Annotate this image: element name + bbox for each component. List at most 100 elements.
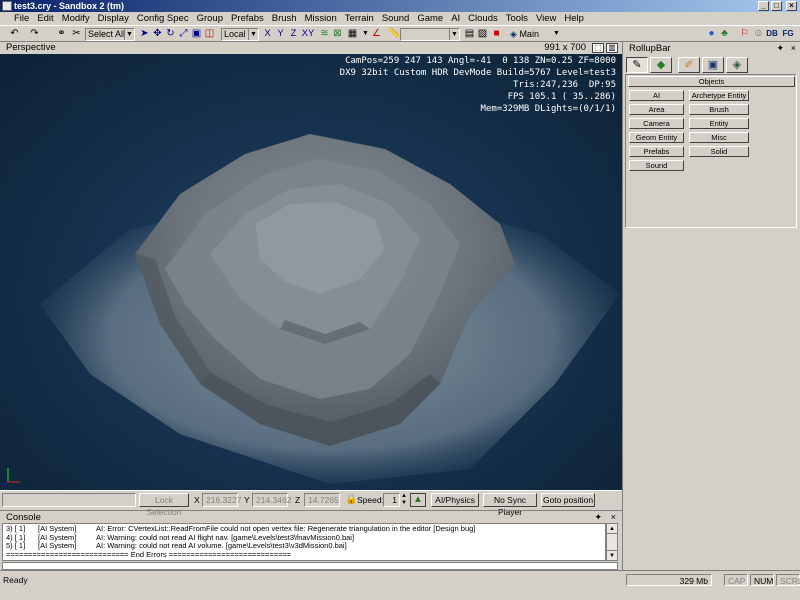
globe-icon[interactable]: ● <box>705 28 718 40</box>
menu-edit[interactable]: Edit <box>33 13 57 24</box>
maximize-viewport-icon[interactable]: ⬚ <box>592 43 604 53</box>
speed-input[interactable]: 1 <box>383 493 400 507</box>
scale-icon[interactable]: ⤢ <box>177 28 190 40</box>
layer-settings-icon[interactable]: ▤ <box>463 28 476 40</box>
select-area-icon[interactable]: ▣ <box>190 28 203 40</box>
select-icon[interactable]: ➤ <box>138 28 151 40</box>
y-coordinate-field[interactable]: 214.3462 <box>252 493 291 507</box>
menu-clouds[interactable]: Clouds <box>464 13 502 24</box>
grid-icon[interactable]: ▦ <box>346 28 359 40</box>
area-button[interactable]: Area <box>629 104 684 115</box>
redo-icon[interactable]: ↷ <box>28 28 41 40</box>
console-title: Console <box>6 512 41 523</box>
marker-icon[interactable]: ⚐ <box>738 28 751 40</box>
menu-brush[interactable]: Brush <box>268 13 301 24</box>
selection-filter-dropdown[interactable]: Select All ▼ <box>85 28 135 41</box>
menu-sound[interactable]: Sound <box>378 13 413 24</box>
perspective-viewport[interactable]: CamPos=259 247 143 Angl=-41 0 138 ZN=0.2… <box>0 54 622 490</box>
console-input[interactable] <box>2 562 618 570</box>
layer-lock-icon[interactable]: ■ <box>490 28 503 40</box>
maximize-button[interactable]: □ <box>771 1 782 11</box>
viewport-header: Perspective 991 x 700 ⬚ ▥ <box>0 42 622 54</box>
menu-ai[interactable]: AI <box>447 13 464 24</box>
console-scrollbar[interactable]: ▲ ▼ <box>606 523 618 561</box>
archetype-entity-button[interactable]: Archetype Entity <box>689 90 749 101</box>
axis-z-button[interactable]: Z <box>287 28 300 40</box>
status-message-field <box>2 493 136 507</box>
menu-prefabs[interactable]: Prefabs <box>227 13 268 24</box>
player-icon[interactable]: ☺ <box>752 28 765 40</box>
snap-to-objects-icon[interactable]: ⊠ <box>331 28 344 40</box>
terrain-render <box>1 134 620 487</box>
ai-button[interactable]: AI <box>629 90 684 101</box>
database-icon[interactable]: DB <box>765 28 779 40</box>
x-label: X <box>194 495 200 505</box>
undo-icon[interactable]: ↶ <box>8 28 21 40</box>
select-terrain-icon[interactable]: ◫ <box>203 28 216 40</box>
minimize-button[interactable]: _ <box>758 1 769 11</box>
chevron-down-icon[interactable]: ▼ <box>550 28 563 40</box>
camera-button[interactable]: Camera <box>629 118 684 129</box>
geom-entity-button[interactable]: Geom Entity <box>629 132 684 143</box>
viewport-layout-icon[interactable]: ▥ <box>606 43 618 53</box>
tab-objects-icon[interactable]: ✎ <box>626 57 648 73</box>
tab-modeling-icon[interactable]: ✐ <box>678 57 700 73</box>
angle-snap-icon[interactable]: ∠ <box>370 28 383 40</box>
tab-terrain-icon[interactable]: ◆ <box>650 57 672 73</box>
close-button[interactable]: × <box>786 1 797 11</box>
stats-line: CamPos=259 247 143 Angl=-41 0 138 ZN=0.2… <box>345 56 616 66</box>
menu-display[interactable]: Display <box>94 13 133 24</box>
current-layer[interactable]: ◈ Main <box>510 28 550 41</box>
brush-button[interactable]: Brush <box>689 104 749 115</box>
terrain-collision-icon[interactable]: ▲ <box>410 493 426 507</box>
no-sync-player-button[interactable]: No Sync Player <box>483 493 537 517</box>
x-coordinate-field[interactable]: 216.3227 <box>202 493 241 507</box>
z-coordinate-field[interactable]: 14.7265 <box>304 493 340 507</box>
menu-modify[interactable]: Modify <box>58 13 94 24</box>
menu-help[interactable]: Help <box>560 13 588 24</box>
move-icon[interactable]: ✥ <box>151 28 164 40</box>
tab-display-icon[interactable]: ▣ <box>702 57 724 73</box>
pin-icon[interactable]: ✦ <box>776 42 784 55</box>
menu-config-spec[interactable]: Config Spec <box>133 13 193 24</box>
tree-icon[interactable]: ♣ <box>718 28 731 40</box>
misc-button[interactable]: Misc <box>689 132 749 143</box>
axis-xy-button[interactable]: XY <box>300 28 316 40</box>
viewport-title[interactable]: Perspective <box>6 42 56 53</box>
coord-system-dropdown[interactable]: Local ▼ <box>221 28 259 41</box>
entity-button[interactable]: Entity <box>689 118 749 129</box>
objects-panel-header[interactable]: Objects <box>628 76 795 87</box>
menu-view[interactable]: View <box>532 13 560 24</box>
flowgraph-icon[interactable]: FG <box>781 28 795 40</box>
speed-spinner[interactable]: ▲ ▼ <box>401 493 407 507</box>
unlink-icon[interactable]: ✂ <box>70 28 83 40</box>
menu-file[interactable]: File <box>10 13 33 24</box>
scroll-down-icon[interactable]: ▼ <box>607 550 617 560</box>
tab-layers-icon[interactable]: ◈ <box>726 57 748 73</box>
sound-button[interactable]: Sound <box>629 160 684 171</box>
prefabs-button[interactable]: Prefabs <box>629 146 684 157</box>
layer-select-dropdown[interactable]: ▼ <box>400 28 460 41</box>
solid-button[interactable]: Solid <box>689 146 749 157</box>
menu-terrain[interactable]: Terrain <box>341 13 378 24</box>
axis-y-button[interactable]: Y <box>274 28 287 40</box>
link-icon[interactable]: ⚭ <box>55 28 68 40</box>
console-log[interactable]: 3) [ 1] [AI System] AI: Error: CVertexLi… <box>2 523 606 561</box>
title-bar: test3.cry - Sandbox 2 (tm) _ □ × <box>0 0 800 12</box>
lock-icon[interactable]: 🔒 <box>345 494 357 505</box>
speed-label: Speed: <box>357 495 384 505</box>
menu-tools[interactable]: Tools <box>502 13 532 24</box>
ai-physics-button[interactable]: AI/Physics <box>431 493 479 507</box>
axis-x-button[interactable]: X <box>261 28 274 40</box>
scroll-up-icon[interactable]: ▲ <box>607 524 617 534</box>
menu-group[interactable]: Group <box>193 13 227 24</box>
rotate-icon[interactable]: ↻ <box>164 28 177 40</box>
terrain-follow-icon[interactable]: ≋ <box>318 28 331 40</box>
close-icon[interactable]: × <box>791 42 796 55</box>
menu-game[interactable]: Game <box>413 13 447 24</box>
status-text: Ready <box>3 575 28 585</box>
goto-position-button[interactable]: Goto position <box>541 493 595 507</box>
lock-selection-button[interactable]: Lock Selection <box>139 493 189 517</box>
layer-freeze-icon[interactable]: ▨ <box>476 28 489 40</box>
menu-mission[interactable]: Mission <box>301 13 341 24</box>
